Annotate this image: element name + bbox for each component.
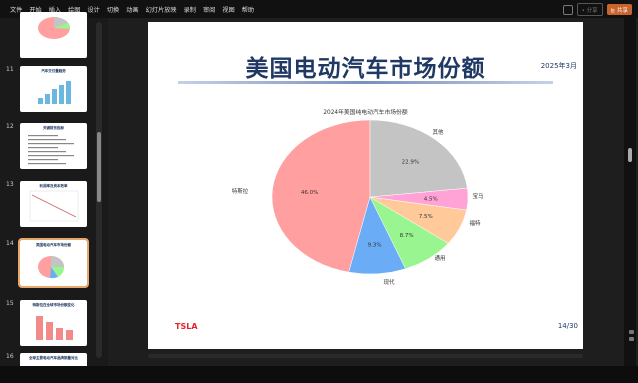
status-bar bbox=[0, 366, 638, 383]
thumbnail-scrollbar-thumb[interactable] bbox=[97, 132, 101, 202]
pie-percent-label: 7.5% bbox=[419, 214, 433, 220]
menu-item[interactable]: 设计 bbox=[88, 5, 100, 14]
comments-icon[interactable] bbox=[562, 4, 573, 15]
thumbnail-title: 特斯拉在全球市场份额变化 bbox=[32, 303, 75, 307]
thumbnail-title: 全球主要电动汽车品牌销量对比 bbox=[29, 356, 78, 360]
menu-item[interactable]: 动画 bbox=[126, 5, 138, 14]
slide-number: 11 bbox=[6, 66, 14, 73]
slide-number: 13 bbox=[6, 181, 14, 188]
pie-percent-label: 22.9% bbox=[402, 159, 419, 165]
menu-item[interactable]: 切换 bbox=[107, 5, 119, 14]
pie-category-label: 其他 bbox=[432, 128, 444, 136]
thumbnail-bar bbox=[45, 94, 50, 104]
current-slide[interactable]: 美国电动汽车市场份额 2025年3月 2024年美国纯电动汽车市场份额 46.0… bbox=[148, 22, 583, 349]
slide-number: 16 bbox=[6, 353, 14, 360]
slide-number: 14 bbox=[6, 240, 14, 247]
thumbnail-bar bbox=[66, 330, 73, 340]
toolbar-right: • 分享 ⊵ 共享 bbox=[562, 3, 632, 16]
thumbnail-text-line bbox=[28, 139, 66, 141]
share-disabled-button[interactable]: • 分享 bbox=[576, 3, 603, 16]
thumbnail-text-line bbox=[28, 159, 58, 161]
vertical-scrollbar-thumb[interactable] bbox=[628, 148, 632, 162]
thumbnail-bar bbox=[59, 85, 64, 104]
pie-category-label: 福特 bbox=[469, 219, 481, 227]
pie-percent-label: 9.3% bbox=[368, 243, 382, 249]
thumbnail-bar bbox=[52, 89, 57, 104]
pie-category-label: 通用 bbox=[434, 254, 445, 262]
menu-bar: 文件 开始 插入 绘图 设计 切换 动画 幻灯片放映 录制 审阅 视图 帮助 • 分享 ⊵ 共享 bbox=[0, 0, 638, 18]
thumbnail-text-line bbox=[28, 147, 58, 149]
slide-thumbnail-panel: 11 汽车交付量趋势 12 关键财务指标 13 利润率及资本效率 14 美国电动汽车市场份额 1… bbox=[0, 12, 108, 373]
pie-percent-label: 4.5% bbox=[424, 196, 438, 202]
thumbnail-bar bbox=[36, 316, 43, 340]
slide-thumbnail[interactable]: 特斯拉在全球市场份额变化 bbox=[20, 300, 87, 346]
pie-percent-label: 8.7% bbox=[400, 233, 414, 239]
thumbnail-text-line bbox=[28, 155, 74, 157]
thumbnail-bar bbox=[66, 81, 71, 104]
slide-number: 15 bbox=[6, 300, 14, 307]
pie-category-label: 宝马 bbox=[472, 192, 484, 200]
thumbnail-text-line bbox=[28, 163, 66, 165]
footer-logo: TSLA bbox=[175, 322, 198, 331]
menu-item[interactable]: 录制 bbox=[184, 5, 196, 14]
thumbnail-title: 美国电动汽车市场份额 bbox=[36, 243, 71, 247]
thumbnail-text-line bbox=[28, 135, 58, 137]
slide-number: 12 bbox=[6, 123, 14, 130]
thumbnail-text-line bbox=[28, 151, 66, 153]
thumbnail-title: 利润率及资本效率 bbox=[39, 184, 68, 188]
share-button[interactable]: ⊵ 共享 bbox=[606, 4, 632, 15]
slide-thumbnail[interactable]: 汽车交付量趋势 bbox=[20, 66, 87, 112]
pie-category-label: 特斯拉 bbox=[232, 187, 249, 195]
page-number: 14/30 bbox=[557, 322, 578, 330]
thumbnail-scrollbar[interactable] bbox=[96, 22, 102, 358]
menu-item[interactable]: 审阅 bbox=[203, 5, 215, 14]
slide-thumbnail[interactable] bbox=[20, 12, 87, 58]
zoom-controls bbox=[629, 330, 634, 341]
menu-item[interactable]: 视图 bbox=[222, 5, 234, 14]
horizontal-scrollbar[interactable] bbox=[148, 354, 583, 358]
menu-item[interactable]: 帮助 bbox=[242, 5, 254, 14]
thumbnail-title: 汽车交付量趋势 bbox=[41, 69, 66, 73]
slide-thumbnail[interactable]: 关键财务指标 bbox=[20, 123, 87, 169]
pie-chart[interactable]: 46.0% 特斯拉 9.3% 现代 8.7% 通用 7.5% 福特 4.5% 宝马 22.9% 其他 bbox=[148, 22, 583, 349]
thumbnail-bar bbox=[38, 98, 43, 104]
zoom-out-icon[interactable] bbox=[629, 337, 634, 341]
menu-item[interactable]: 幻灯片放映 bbox=[146, 5, 177, 14]
thumbnail-text-line bbox=[28, 143, 74, 145]
thumbnail-pie bbox=[38, 17, 71, 39]
thumbnail-bar bbox=[56, 328, 63, 340]
thumbnail-bar bbox=[46, 322, 53, 340]
pie-percent-label: 46.0% bbox=[301, 190, 318, 196]
pie-category-label: 现代 bbox=[383, 278, 395, 286]
vertical-scrollbar[interactable] bbox=[624, 18, 636, 366]
slide-thumbnail[interactable]: 利润率及资本效率 bbox=[20, 181, 87, 227]
zoom-in-icon[interactable] bbox=[629, 330, 634, 334]
thumbnail-title: 关键财务指标 bbox=[43, 126, 64, 130]
slide-thumbnail[interactable]: 美国电动汽车市场份额 bbox=[18, 238, 89, 288]
